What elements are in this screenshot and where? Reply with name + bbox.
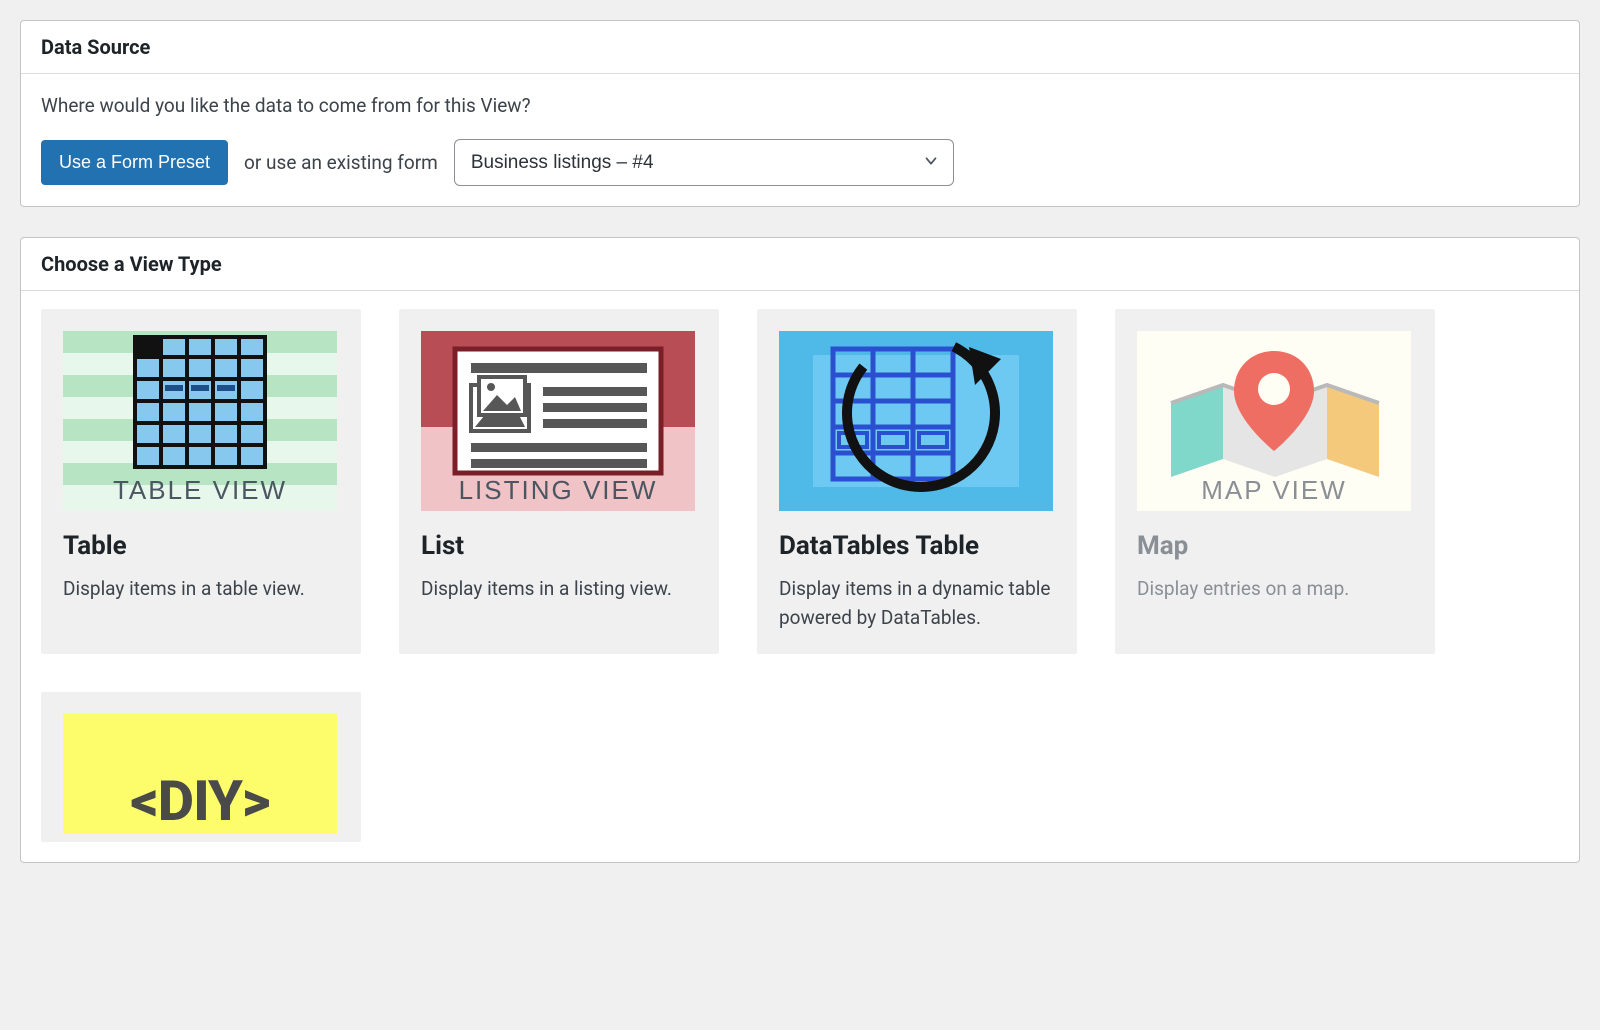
datatables-thumb	[779, 331, 1053, 511]
form-select-wrap: Business listings – #4	[454, 139, 954, 186]
form-select[interactable]: Business listings – #4	[454, 139, 954, 186]
data-source-panel: Data Source Where would you like the dat…	[20, 20, 1580, 207]
view-card-desc: Display items in a dynamic table powered…	[779, 575, 1055, 632]
svg-text:TABLE VIEW: TABLE VIEW	[113, 475, 287, 505]
svg-text:MAP VIEW: MAP VIEW	[1201, 475, 1347, 505]
data-source-title: Data Source	[21, 21, 1579, 74]
view-card-title: Map	[1137, 531, 1413, 561]
view-card-list[interactable]: LISTING VIEW List Display items in a lis…	[399, 309, 719, 654]
data-source-prompt: Where would you like the data to come fr…	[41, 94, 1559, 117]
table-view-thumb: TABLE VIEW	[63, 331, 337, 511]
view-card-title: Table	[63, 531, 339, 561]
data-source-body: Where would you like the data to come fr…	[21, 74, 1579, 206]
view-card-map[interactable]: MAP VIEW Map Display entries on a map.	[1115, 309, 1435, 654]
view-card-desc: Display items in a table view.	[63, 575, 339, 604]
view-type-panel: Choose a View Type	[20, 237, 1580, 863]
view-card-desc: Display entries on a map.	[1137, 575, 1413, 604]
view-type-title: Choose a View Type	[21, 238, 1579, 291]
map-view-thumb: MAP VIEW	[1137, 331, 1411, 511]
list-view-thumb: LISTING VIEW	[421, 331, 695, 511]
or-use-existing-label: or use an existing form	[244, 151, 438, 174]
use-form-preset-button[interactable]: Use a Form Preset	[41, 140, 228, 185]
diy-thumb-label: <DIY>	[130, 768, 269, 834]
view-card-datatables[interactable]: DataTables Table Display items in a dyna…	[757, 309, 1077, 654]
view-card-table[interactable]: TABLE VIEW Table Display items in a tabl…	[41, 309, 361, 654]
view-card-title: List	[421, 531, 697, 561]
view-card-desc: Display items in a listing view.	[421, 575, 697, 604]
view-type-grid: TABLE VIEW Table Display items in a tabl…	[21, 291, 1579, 862]
diy-thumb: <DIY>	[63, 714, 337, 834]
view-card-diy[interactable]: <DIY>	[41, 692, 361, 842]
data-source-controls: Use a Form Preset or use an existing for…	[41, 139, 1559, 186]
view-card-title: DataTables Table	[779, 531, 1055, 561]
svg-text:LISTING VIEW: LISTING VIEW	[459, 475, 658, 505]
